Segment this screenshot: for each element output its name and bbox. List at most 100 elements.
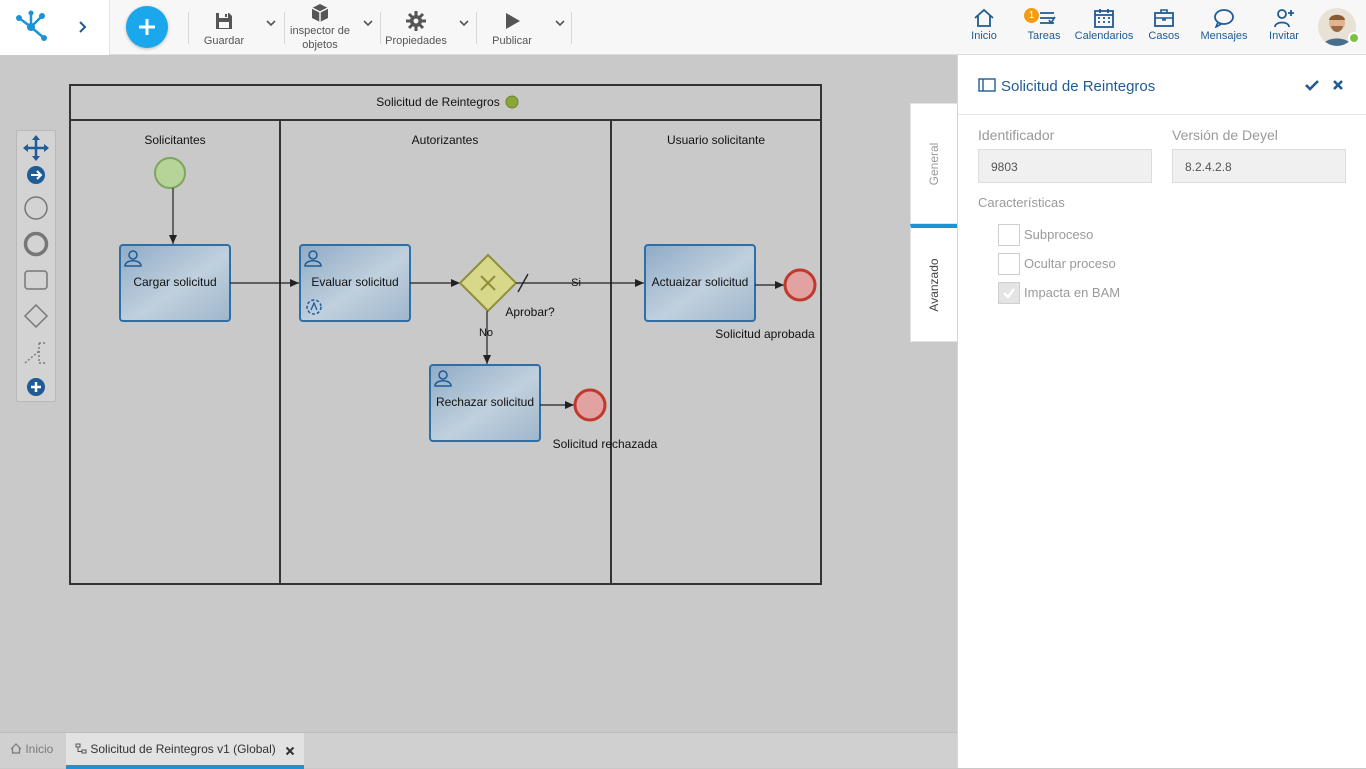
end-event-approved[interactable] bbox=[783, 268, 817, 302]
nav-cases-label: Casos bbox=[1148, 30, 1180, 42]
gear-icon bbox=[406, 11, 426, 31]
bottom-tab-bar: Inicio Solicitud de Reintegros v1 (Globa… bbox=[0, 732, 957, 769]
task-tool-icon[interactable] bbox=[24, 270, 48, 290]
publish-label: Publicar bbox=[492, 35, 532, 47]
start-event-tool-icon[interactable] bbox=[24, 196, 48, 220]
bottom-tab-home-label: Inicio bbox=[25, 742, 54, 756]
lane-title-solicitantes[interactable]: Solicitantes bbox=[144, 133, 205, 147]
task-label: Evaluar solicitud bbox=[311, 275, 398, 289]
pool-icon bbox=[978, 78, 996, 92]
task-actualizar-solicitud[interactable]: Actuaizar solicitud bbox=[644, 244, 756, 322]
lane-title-usuario-solicitante[interactable]: Usuario solicitante bbox=[667, 133, 765, 147]
diagram-canvas[interactable]: Solicitud de Reintegros Solicitantes Aut… bbox=[0, 55, 957, 732]
nav-home-label: Inicio bbox=[971, 30, 997, 42]
lane-title-autorizantes[interactable]: Autorizantes bbox=[412, 133, 479, 147]
gateway-label[interactable]: Aprobar? bbox=[505, 305, 555, 319]
task-label: Actuaizar solicitud bbox=[652, 275, 749, 289]
calendar-icon bbox=[1094, 9, 1114, 28]
online-status-dot bbox=[1348, 32, 1360, 44]
properties-label: Propiedades bbox=[385, 35, 447, 47]
identifier-label: Identificador bbox=[978, 127, 1055, 143]
ocultar-proceso-label: Ocultar proceso bbox=[1024, 256, 1116, 271]
tab-general[interactable]: General bbox=[910, 103, 957, 224]
process-diagram[interactable]: Solicitud de Reintegros Solicitantes Aut… bbox=[0, 55, 957, 732]
pool-title[interactable]: Solicitud de Reintegros bbox=[376, 95, 499, 109]
deyel-version-label: Versión de Deyel bbox=[1172, 127, 1278, 143]
end-event-rejected[interactable] bbox=[573, 388, 607, 422]
plus-icon bbox=[139, 19, 155, 35]
subproceso-label: Subproceso bbox=[1024, 227, 1094, 242]
bottom-tab-process[interactable]: Solicitud de Reintegros v1 (Global) bbox=[66, 733, 304, 769]
object-inspector-label: inspector de objetos bbox=[290, 25, 350, 51]
close-tab-icon[interactable] bbox=[285, 746, 295, 756]
toolbar-separator bbox=[380, 12, 381, 44]
pool[interactable] bbox=[69, 84, 822, 585]
flow-label-yes[interactable]: Si bbox=[571, 277, 581, 289]
move-arrows-icon[interactable] bbox=[23, 135, 49, 161]
save-dropdown-chevron-icon[interactable] bbox=[265, 18, 277, 28]
publish-dropdown-chevron-icon[interactable] bbox=[554, 18, 566, 28]
element-palette bbox=[16, 130, 56, 402]
properties-panel: Solicitud de Reintegros Identificador 98… bbox=[957, 55, 1366, 768]
end-event-approved-label[interactable]: Solicitud aprobada bbox=[715, 327, 815, 341]
deyel-version-field[interactable]: 8.2.4.2.8 bbox=[1172, 149, 1346, 183]
inspector-dropdown-chevron-icon[interactable] bbox=[362, 18, 374, 28]
task-cargar-solicitud[interactable]: Cargar solicitud bbox=[119, 244, 231, 322]
floppy-disk-icon bbox=[216, 13, 232, 29]
end-event-rejected-label[interactable]: Solicitud rechazada bbox=[553, 437, 658, 451]
characteristics-label: Características bbox=[978, 195, 1065, 210]
nav-invite[interactable]: Invitar bbox=[1264, 8, 1304, 42]
logo-area bbox=[0, 0, 110, 55]
close-icon[interactable] bbox=[1332, 79, 1344, 91]
identifier-field[interactable]: 9803 bbox=[978, 149, 1152, 183]
bottom-tab-home[interactable]: Inicio bbox=[0, 733, 64, 769]
checkmark-icon bbox=[1003, 288, 1015, 299]
nav-calendars[interactable]: Calendarios bbox=[1074, 8, 1134, 42]
tab-avanzado[interactable]: Avanzado bbox=[910, 224, 957, 342]
annotation-tool-icon[interactable] bbox=[24, 342, 45, 364]
flow-label-no[interactable]: No bbox=[479, 327, 493, 339]
task-label: Cargar solicitud bbox=[133, 275, 216, 289]
chat-bubble-icon bbox=[1214, 9, 1234, 28]
start-event[interactable] bbox=[154, 157, 186, 189]
end-event-tool-icon[interactable] bbox=[23, 231, 49, 257]
briefcase-icon bbox=[1154, 9, 1174, 27]
cube-icon bbox=[311, 4, 329, 22]
deyel-logo-icon[interactable] bbox=[14, 10, 48, 42]
panel-header: Solicitud de Reintegros bbox=[958, 55, 1366, 115]
toolbar-separator bbox=[571, 12, 572, 44]
impacta-bam-checkbox[interactable] bbox=[998, 282, 1020, 304]
publish-button[interactable]: Publicar bbox=[486, 4, 538, 47]
ocultar-proceso-checkbox[interactable] bbox=[998, 253, 1020, 275]
toolbar-separator bbox=[476, 12, 477, 44]
subproceso-checkbox[interactable] bbox=[998, 224, 1020, 246]
nav-calendars-label: Calendarios bbox=[1074, 30, 1134, 42]
nav-tasks-label: Tareas bbox=[1027, 30, 1061, 42]
task-rechazar-solicitud[interactable]: Rechazar solicitud bbox=[429, 364, 541, 442]
task-evaluar-solicitud[interactable]: Evaluar solicitud bbox=[299, 244, 411, 322]
toolbar-separator bbox=[188, 12, 189, 44]
nav-messages[interactable]: Mensajes bbox=[1198, 8, 1250, 42]
bottom-tab-process-label: Solicitud de Reintegros v1 (Global) bbox=[90, 742, 276, 756]
panel-title: Solicitud de Reintegros bbox=[1001, 78, 1156, 95]
object-inspector-button[interactable]: inspector de objetos bbox=[286, 4, 354, 52]
nav-cases[interactable]: Casos bbox=[1144, 8, 1184, 42]
tasks-count-badge: 1 bbox=[1024, 8, 1039, 23]
task-label: Rechazar solicitud bbox=[436, 395, 534, 409]
nav-messages-label: Mensajes bbox=[1200, 30, 1248, 42]
play-icon bbox=[506, 13, 520, 29]
tab-general-label: General bbox=[927, 142, 941, 185]
properties-button[interactable]: Propiedades bbox=[382, 4, 450, 47]
confirm-check-icon[interactable] bbox=[1305, 79, 1319, 91]
add-button[interactable] bbox=[126, 6, 168, 48]
connect-arrow-icon[interactable] bbox=[27, 166, 45, 184]
expand-menu-chevron-icon[interactable] bbox=[78, 20, 88, 34]
save-button[interactable]: Guardar bbox=[200, 4, 248, 47]
gateway-tool-icon[interactable] bbox=[23, 303, 49, 329]
impacta-bam-label: Impacta en BAM bbox=[1024, 285, 1121, 300]
home-icon bbox=[974, 8, 994, 27]
properties-dropdown-chevron-icon[interactable] bbox=[458, 18, 470, 28]
tab-avanzado-label: Avanzado bbox=[927, 257, 941, 312]
nav-home[interactable]: Inicio bbox=[964, 8, 1004, 42]
more-tools-icon[interactable] bbox=[27, 378, 45, 396]
